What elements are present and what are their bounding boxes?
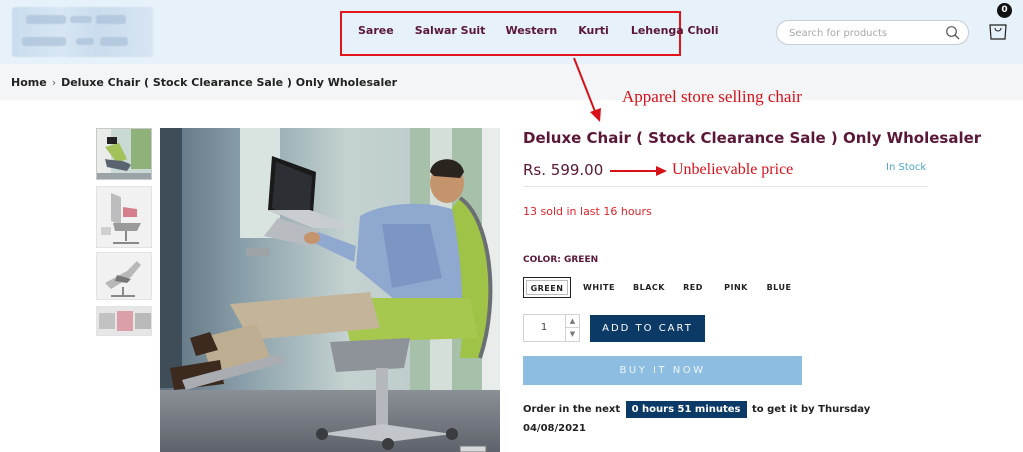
add-to-cart-button[interactable]: ADD TO CART bbox=[590, 315, 705, 342]
color-option-green[interactable]: GREEN bbox=[523, 277, 571, 298]
annotation-store: Apparel store selling chair bbox=[622, 87, 802, 106]
search-box bbox=[776, 20, 969, 45]
nav-item-saree[interactable]: Saree bbox=[358, 24, 394, 37]
stock-status: In Stock bbox=[886, 162, 927, 173]
site-header: Saree Salwar Suit Western Kurti Lehenga … bbox=[0, 0, 1023, 64]
nav-item-kurti[interactable]: Kurti bbox=[578, 24, 609, 37]
main-product-image[interactable] bbox=[160, 128, 500, 452]
product-price: Rs. 599.00 bbox=[523, 161, 604, 179]
divider bbox=[523, 186, 928, 187]
store-logo[interactable] bbox=[12, 7, 153, 57]
thumbnail-3[interactable] bbox=[96, 252, 152, 300]
page: Saree Salwar Suit Western Kurti Lehenga … bbox=[0, 0, 1023, 452]
product-title: Deluxe Chair ( Stock Clearance Sale ) On… bbox=[523, 129, 982, 147]
countdown-timer: 0 hours 51 minutes bbox=[625, 401, 747, 418]
quantity-stepper: 1 ▲ ▼ bbox=[523, 314, 580, 342]
color-option-red[interactable]: RED bbox=[680, 277, 706, 298]
thumbnail-4[interactable] bbox=[96, 306, 152, 336]
delivery-estimate: Order in the next 0 hours 51 minutes to … bbox=[523, 400, 903, 438]
cart-icon[interactable] bbox=[988, 19, 1008, 41]
color-option-pink[interactable]: PINK bbox=[720, 277, 752, 298]
buy-now-button[interactable]: BUY IT NOW bbox=[523, 356, 802, 385]
arrow-down-right-icon bbox=[573, 57, 601, 122]
main-nav: Saree Salwar Suit Western Kurti Lehenga … bbox=[358, 24, 719, 37]
chevron-right-icon: › bbox=[51, 76, 57, 89]
order-prefix: Order in the next bbox=[523, 404, 621, 415]
breadcrumb-current: Deluxe Chair ( Stock Clearance Sale ) On… bbox=[61, 76, 398, 89]
nav-item-lehenga-choli[interactable]: Lehenga Choli bbox=[631, 24, 719, 37]
search-input[interactable] bbox=[789, 25, 939, 41]
breadcrumb-home[interactable]: Home bbox=[11, 76, 47, 89]
color-label: COLOR: GREEN bbox=[523, 255, 599, 265]
chevron-up-icon[interactable]: ▲ bbox=[565, 315, 579, 328]
thumbnail-1[interactable] bbox=[96, 128, 152, 180]
quantity-input[interactable]: 1 bbox=[524, 315, 564, 341]
breadcrumb: Home › Deluxe Chair ( Stock Clearance Sale… bbox=[11, 76, 397, 89]
annotation-price: Unbelievable price bbox=[672, 161, 794, 178]
thumbnail-2[interactable] bbox=[96, 186, 152, 248]
color-option-blue[interactable]: BLUE bbox=[763, 277, 795, 298]
color-option-white[interactable]: WHITE bbox=[580, 277, 618, 298]
arrow-right-icon bbox=[610, 166, 667, 176]
nav-item-western[interactable]: Western bbox=[505, 24, 557, 37]
cart-count-badge: 0 bbox=[997, 3, 1012, 18]
nav-item-salwar-suit[interactable]: Salwar Suit bbox=[415, 24, 486, 37]
sold-count: 13 sold in last 16 hours bbox=[523, 205, 652, 218]
chevron-down-icon[interactable]: ▼ bbox=[565, 328, 579, 341]
color-option-black[interactable]: BLACK bbox=[630, 277, 668, 298]
search-icon[interactable] bbox=[945, 25, 961, 41]
